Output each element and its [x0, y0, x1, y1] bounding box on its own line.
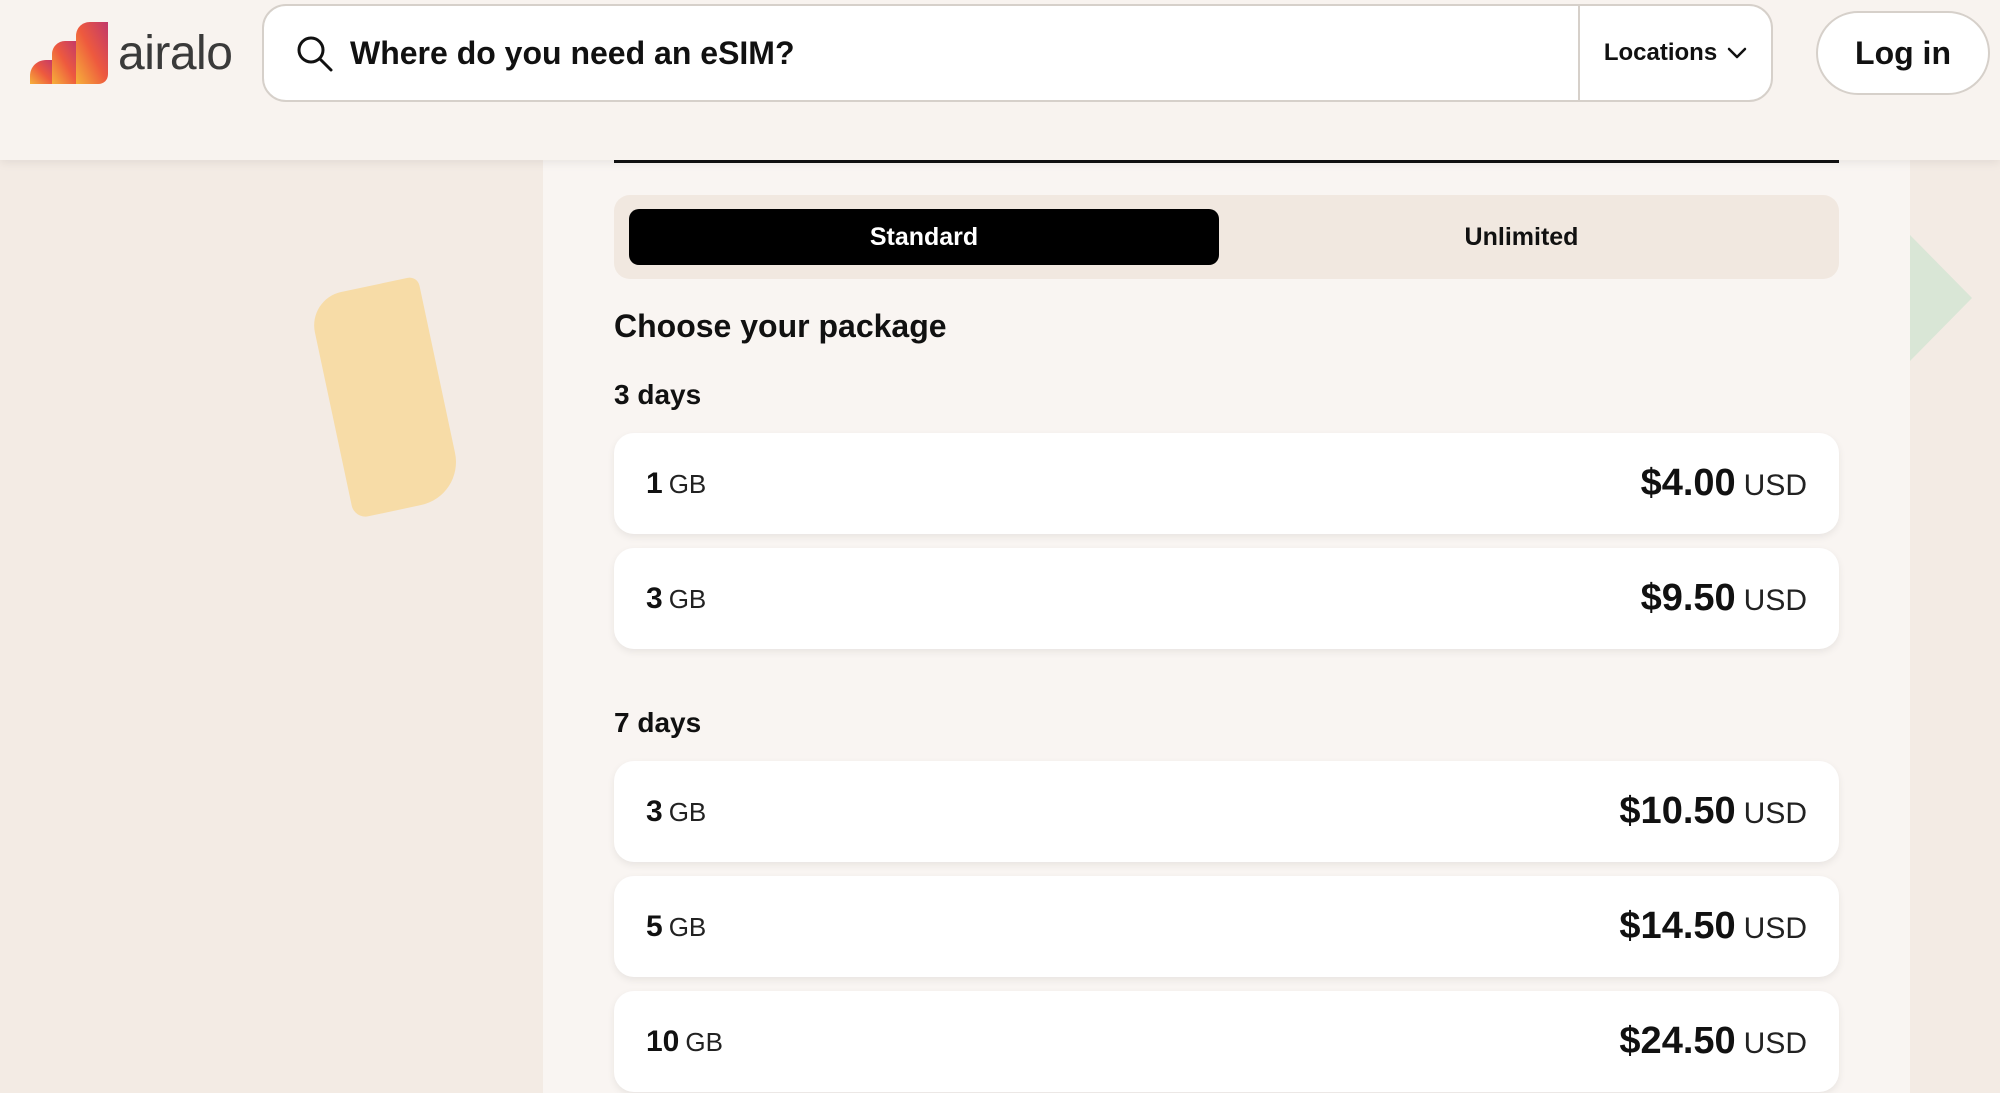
locations-label: Locations: [1603, 39, 1718, 66]
package-unit: GB: [668, 911, 707, 942]
chevron-down-icon: [1727, 47, 1747, 59]
package-amount: 10: [646, 1024, 680, 1058]
price-currency: USD: [1743, 469, 1807, 502]
site-header: airalo Locations Log in: [0, 0, 2000, 160]
price-value: $24.50: [1619, 1020, 1736, 1062]
tab-unlimited[interactable]: Unlimited: [1219, 209, 1824, 265]
package-unit: GB: [668, 468, 707, 499]
plan-type-toggle: Standard Unlimited: [614, 195, 1839, 279]
package-price: $10.50 USD: [1619, 790, 1807, 833]
package-card[interactable]: 5 GB $14.50 USD: [614, 876, 1839, 977]
package-price: $4.00 USD: [1641, 462, 1807, 505]
search-bar: Locations: [262, 4, 1773, 102]
package-unit: GB: [668, 796, 707, 827]
tab-standard[interactable]: Standard: [629, 209, 1219, 265]
login-button[interactable]: Log in: [1816, 11, 1990, 95]
decorative-green-shape: [1908, 233, 1972, 363]
package-price: $9.50 USD: [1641, 577, 1807, 620]
package-data: 10 GB: [646, 1025, 723, 1059]
duration-label-7-days: 7 days: [614, 707, 702, 738]
price-currency: USD: [1743, 912, 1807, 945]
package-data: 3 GB: [646, 795, 706, 829]
package-heading: Choose your package: [614, 308, 947, 344]
package-price: $14.50 USD: [1619, 905, 1807, 948]
package-amount: 1: [646, 466, 663, 500]
price-value: $4.00: [1640, 462, 1736, 504]
package-data: 1 GB: [646, 467, 706, 501]
package-amount: 3: [646, 794, 663, 828]
package-data: 5 GB: [646, 910, 706, 944]
page: Standard Unlimited Choose your package 3…: [0, 0, 2000, 1093]
price-value: $10.50: [1619, 790, 1736, 832]
price-currency: USD: [1743, 584, 1807, 617]
package-card[interactable]: 1 GB $4.00 USD: [614, 433, 1839, 534]
package-amount: 5: [646, 909, 663, 943]
search-icon: [297, 36, 333, 72]
airalo-logo[interactable]: airalo: [30, 22, 233, 84]
package-data: 3 GB: [646, 582, 706, 616]
price-value: $14.50: [1619, 905, 1736, 947]
package-card[interactable]: 3 GB $10.50 USD: [614, 761, 1839, 862]
locations-dropdown[interactable]: Locations: [1578, 6, 1771, 100]
package-panel: Standard Unlimited Choose your package 3…: [543, 0, 1910, 1093]
airalo-logo-icon: [30, 22, 108, 84]
package-amount: 3: [646, 581, 663, 615]
package-card[interactable]: 10 GB $24.50 USD: [614, 991, 1839, 1092]
price-value: $9.50: [1640, 577, 1736, 619]
package-price: $24.50 USD: [1619, 1020, 1807, 1063]
duration-label-3-days: 3 days: [614, 379, 702, 410]
price-currency: USD: [1743, 1027, 1807, 1060]
price-currency: USD: [1743, 797, 1807, 830]
decorative-yellow-shape: [307, 275, 465, 520]
search-input[interactable]: [350, 23, 1578, 83]
panel-divider: [614, 160, 1839, 163]
package-card[interactable]: 3 GB $9.50 USD: [614, 548, 1839, 649]
package-unit: GB: [668, 583, 707, 614]
package-unit: GB: [685, 1026, 723, 1057]
brand-name: airalo: [118, 26, 233, 80]
